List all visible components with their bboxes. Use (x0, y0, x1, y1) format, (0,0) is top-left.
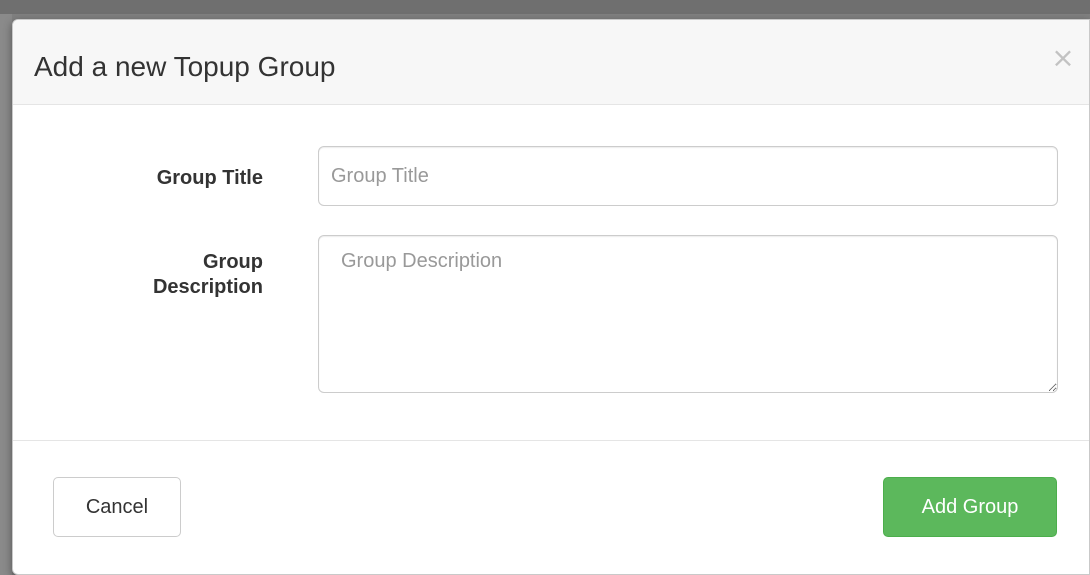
group-description-label-line1: Group (203, 251, 263, 273)
add-group-button[interactable]: Add Group (883, 477, 1057, 537)
cancel-button[interactable]: Cancel (53, 477, 181, 537)
group-description-textarea[interactable] (318, 235, 1058, 393)
group-title-input[interactable] (318, 146, 1058, 206)
background-page-edge (0, 14, 12, 575)
background-navbar (0, 0, 1090, 14)
group-title-label: Group Title (156, 167, 263, 189)
group-description-label-line2: Description (152, 276, 263, 298)
group-description-label: Group Description (13, 250, 263, 300)
close-icon[interactable]: × (1051, 44, 1075, 72)
modal-title: Add a new Topup Group (34, 51, 336, 82)
modal-header: Add a new Topup Group × (13, 20, 1089, 105)
modal-body: Group Title Group Description (13, 106, 1089, 440)
add-topup-group-modal: Add a new Topup Group × Group Title Grou… (12, 19, 1090, 575)
modal-footer: Cancel Add Group (13, 440, 1089, 574)
